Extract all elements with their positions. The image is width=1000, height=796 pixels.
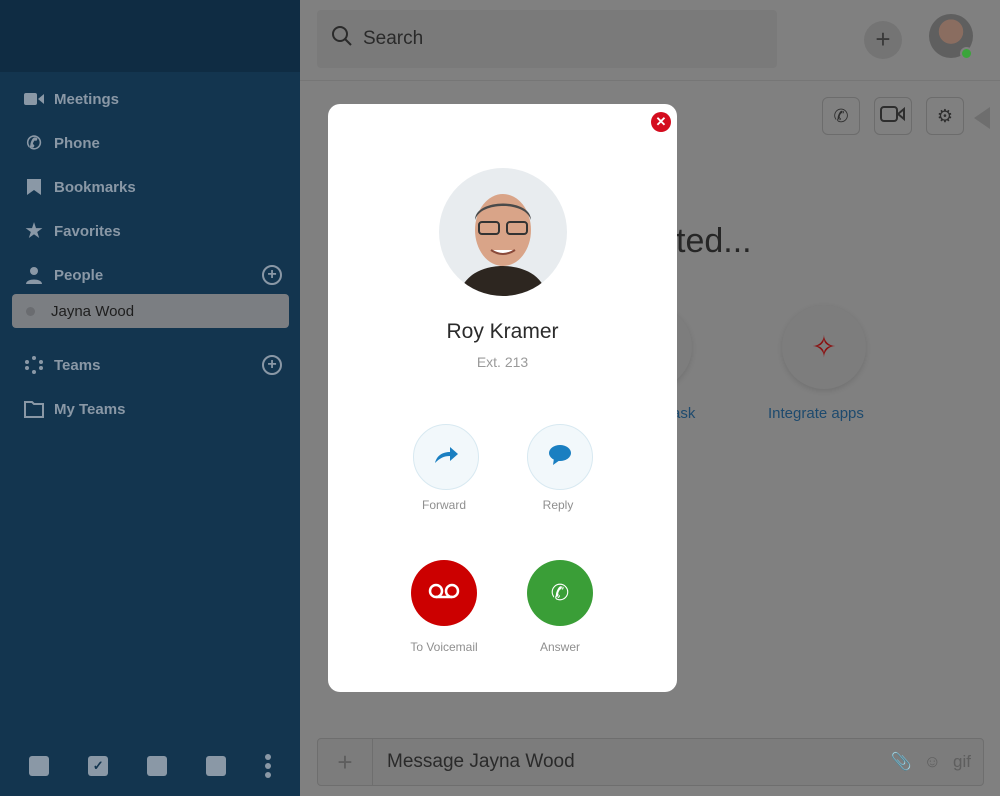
phone-icon: ✆ (550, 580, 570, 605)
contact-name: Jayna Wood (51, 302, 135, 320)
files-icon[interactable] (205, 756, 226, 776)
teams-icon (24, 356, 44, 374)
calendar-icon[interactable] (146, 756, 167, 776)
search-input[interactable]: Search (317, 10, 777, 68)
sidebar-item-bookmarks[interactable]: Bookmarks (24, 178, 136, 196)
add-team-button[interactable]: + (262, 355, 282, 375)
sidebar-item-label: Phone (54, 134, 100, 152)
video-icon (880, 105, 906, 127)
gif-button[interactable]: gif (953, 752, 971, 772)
sidebar-bottom-bar: ✓ (0, 736, 300, 796)
answer-button[interactable]: ✆ (527, 560, 593, 626)
integrate-apps-tile[interactable]: ✧ (782, 305, 866, 389)
welcome-title: ted... (676, 222, 752, 260)
video-icon (24, 90, 44, 108)
contact-item-jayna-wood[interactable]: Jayna Wood (12, 294, 289, 328)
tasks-icon[interactable]: ✓ (88, 756, 109, 776)
collapse-panel-icon[interactable] (974, 107, 990, 129)
settings-button[interactable]: ⚙ (926, 97, 964, 135)
sidebar-item-label: Teams (54, 356, 101, 374)
reply-label: Reply (542, 498, 574, 512)
sidebar-item-teams[interactable]: Teams (24, 356, 100, 374)
sidebar-item-label: Bookmarks (54, 178, 136, 196)
caller-name: Roy Kramer (446, 320, 559, 343)
puzzle-icon: ✧ (811, 330, 837, 364)
forward-button[interactable] (413, 424, 479, 490)
gear-icon: ⚙ (936, 105, 954, 126)
sidebar: Meetings ✆ Phone Bookmarks ★ Favorites P… (0, 0, 300, 796)
attachment-icon[interactable]: 📎 (891, 752, 912, 772)
search-icon (331, 25, 353, 53)
sidebar-header (0, 0, 300, 72)
integrate-apps-label[interactable]: Integrate apps (768, 405, 864, 422)
composer-add-button[interactable]: + (318, 739, 373, 785)
sidebar-item-phone[interactable]: ✆ Phone (24, 132, 100, 153)
sidebar-item-label: Meetings (54, 90, 120, 108)
phone-icon: ✆ (833, 105, 849, 126)
search-placeholder: Search (363, 28, 424, 49)
reply-button[interactable] (527, 424, 593, 490)
sidebar-item-my-teams[interactable]: My Teams (24, 400, 125, 418)
add-people-button[interactable]: + (262, 265, 282, 285)
phone-icon: ✆ (26, 132, 42, 153)
to-voicemail-button[interactable] (411, 560, 477, 626)
sidebar-item-people[interactable]: People (24, 266, 103, 284)
online-status-dot (960, 47, 973, 60)
message-input[interactable]: Message Jayna Wood (373, 751, 891, 773)
caller-extension: Ext. 213 (476, 354, 529, 370)
message-composer: + Message Jayna Wood 📎 ☺ gif (317, 738, 984, 786)
sidebar-item-label: People (54, 266, 104, 284)
emoji-icon[interactable]: ☺ (924, 752, 941, 772)
chat-bubble-icon (548, 444, 572, 471)
call-button[interactable]: ✆ (822, 97, 860, 135)
inbox-icon[interactable] (29, 756, 50, 776)
add-button[interactable]: + (864, 21, 902, 59)
sidebar-item-meetings[interactable]: Meetings (24, 90, 119, 108)
header-divider (300, 80, 1000, 81)
forward-icon (433, 445, 459, 470)
forward-label: Forward (421, 498, 466, 512)
sidebar-item-label: My Teams (54, 400, 126, 418)
close-icon[interactable]: ✕ (651, 112, 671, 132)
answer-label: Answer (539, 640, 580, 654)
more-icon[interactable] (264, 754, 271, 778)
star-icon: ★ (25, 220, 43, 242)
to-voicemail-label: To Voicemail (410, 640, 478, 654)
voicemail-icon (428, 583, 460, 604)
caller-photo (439, 168, 567, 296)
incoming-call-dialog: ✕ Roy Kramer Ext. 213 Forward Reply To V… (328, 104, 677, 692)
video-call-button[interactable] (874, 97, 912, 135)
folder-icon (24, 400, 44, 418)
person-icon (24, 266, 44, 284)
sidebar-item-favorites[interactable]: ★ Favorites (24, 220, 121, 242)
bookmark-icon (24, 178, 44, 196)
presence-dot (26, 306, 35, 316)
sidebar-item-label: Favorites (54, 222, 121, 240)
